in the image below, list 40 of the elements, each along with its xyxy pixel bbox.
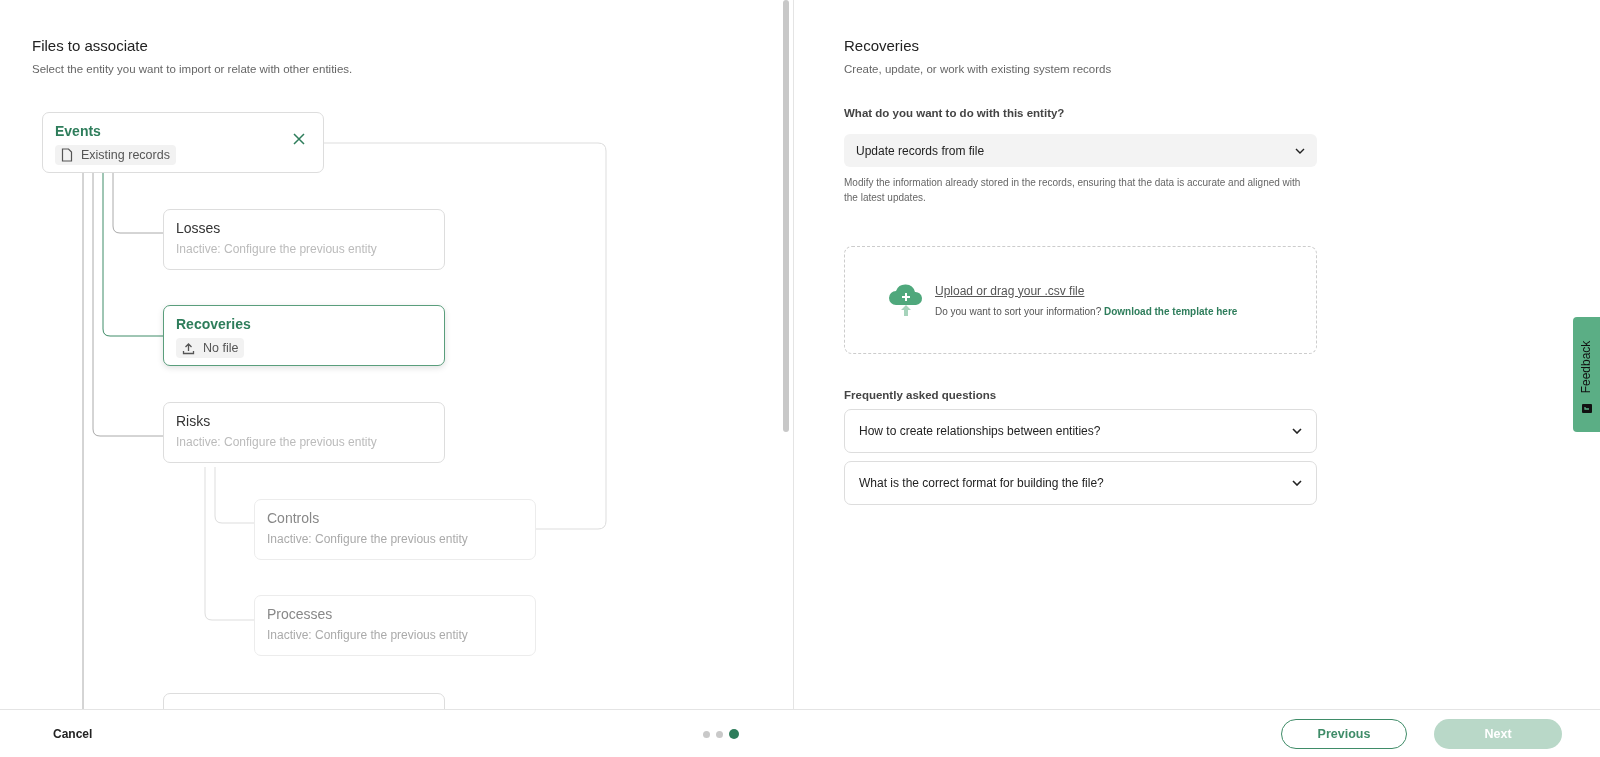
file-status-label: No file [203, 341, 239, 355]
chevron-down-icon [1292, 428, 1302, 434]
file-status-label: Existing records [81, 148, 170, 162]
entity-card[interactable]: Risks Inactive: Configure the previous entity [163, 402, 445, 463]
entity-status-note: Inactive: Configure the previous entity [176, 435, 378, 449]
entity-name: Controls [267, 510, 321, 526]
entity-name: Risks [176, 413, 212, 429]
panel-title: Files to associate [32, 37, 149, 54]
previous-button[interactable]: Previous [1281, 718, 1407, 749]
entity-card[interactable]: Recoveries No file [163, 305, 445, 366]
entity-name: Losses [176, 220, 222, 236]
entity-title: Recoveries [844, 37, 921, 54]
close-button[interactable] [293, 133, 305, 145]
entity-name: Processes [267, 606, 334, 622]
chevron-down-icon [1295, 147, 1305, 154]
faq-item[interactable]: How to create relationships between entities? [844, 409, 1317, 453]
document-icon [61, 148, 73, 162]
entity-subtitle: Create, update, or work with existing system records [844, 63, 1113, 75]
entity-card[interactable]: Events Existing records [42, 112, 324, 173]
scrollbar[interactable] [783, 0, 789, 432]
entity-status-note: Inactive: Configure the previous entity [267, 628, 469, 642]
help-text: Modify the information already stored in the records, ensuring that the data is accurate and aligned with the latest updates. [844, 176, 1302, 205]
feedback-tab[interactable]: Feedback [1573, 317, 1600, 432]
feedback-icon [1581, 402, 1592, 413]
entity-name: Recoveries [176, 316, 252, 332]
entity-name: Events [55, 123, 102, 139]
upload-link[interactable]: Upload or drag your .csv file [935, 283, 1238, 298]
cancel-button[interactable]: Cancel [53, 726, 93, 741]
panel-subtitle: Select the entity you want to import or relate with other entities. [32, 63, 354, 75]
cloud-upload-icon [887, 283, 925, 317]
upload-icon [182, 341, 195, 355]
faq-item[interactable]: What is the correct format for building the file? [844, 461, 1317, 505]
entity-status-note: Inactive: Configure the previous entity [267, 532, 469, 546]
entity-status-note: Inactive: Configure the previous entity [176, 242, 378, 256]
question-label: What do you want to do with this entity? [844, 107, 1066, 119]
action-dropdown[interactable]: Update records from file [844, 134, 1317, 167]
upload-dropzone[interactable]: Upload or drag your .csv file Do you want to sort your information? Download the template here [844, 246, 1317, 354]
template-hint: Do you want to sort your information? Download the template here [935, 305, 1238, 317]
entity-card[interactable]: Losses Inactive: Configure the previous entity [163, 209, 445, 270]
chevron-down-icon [1292, 480, 1302, 486]
